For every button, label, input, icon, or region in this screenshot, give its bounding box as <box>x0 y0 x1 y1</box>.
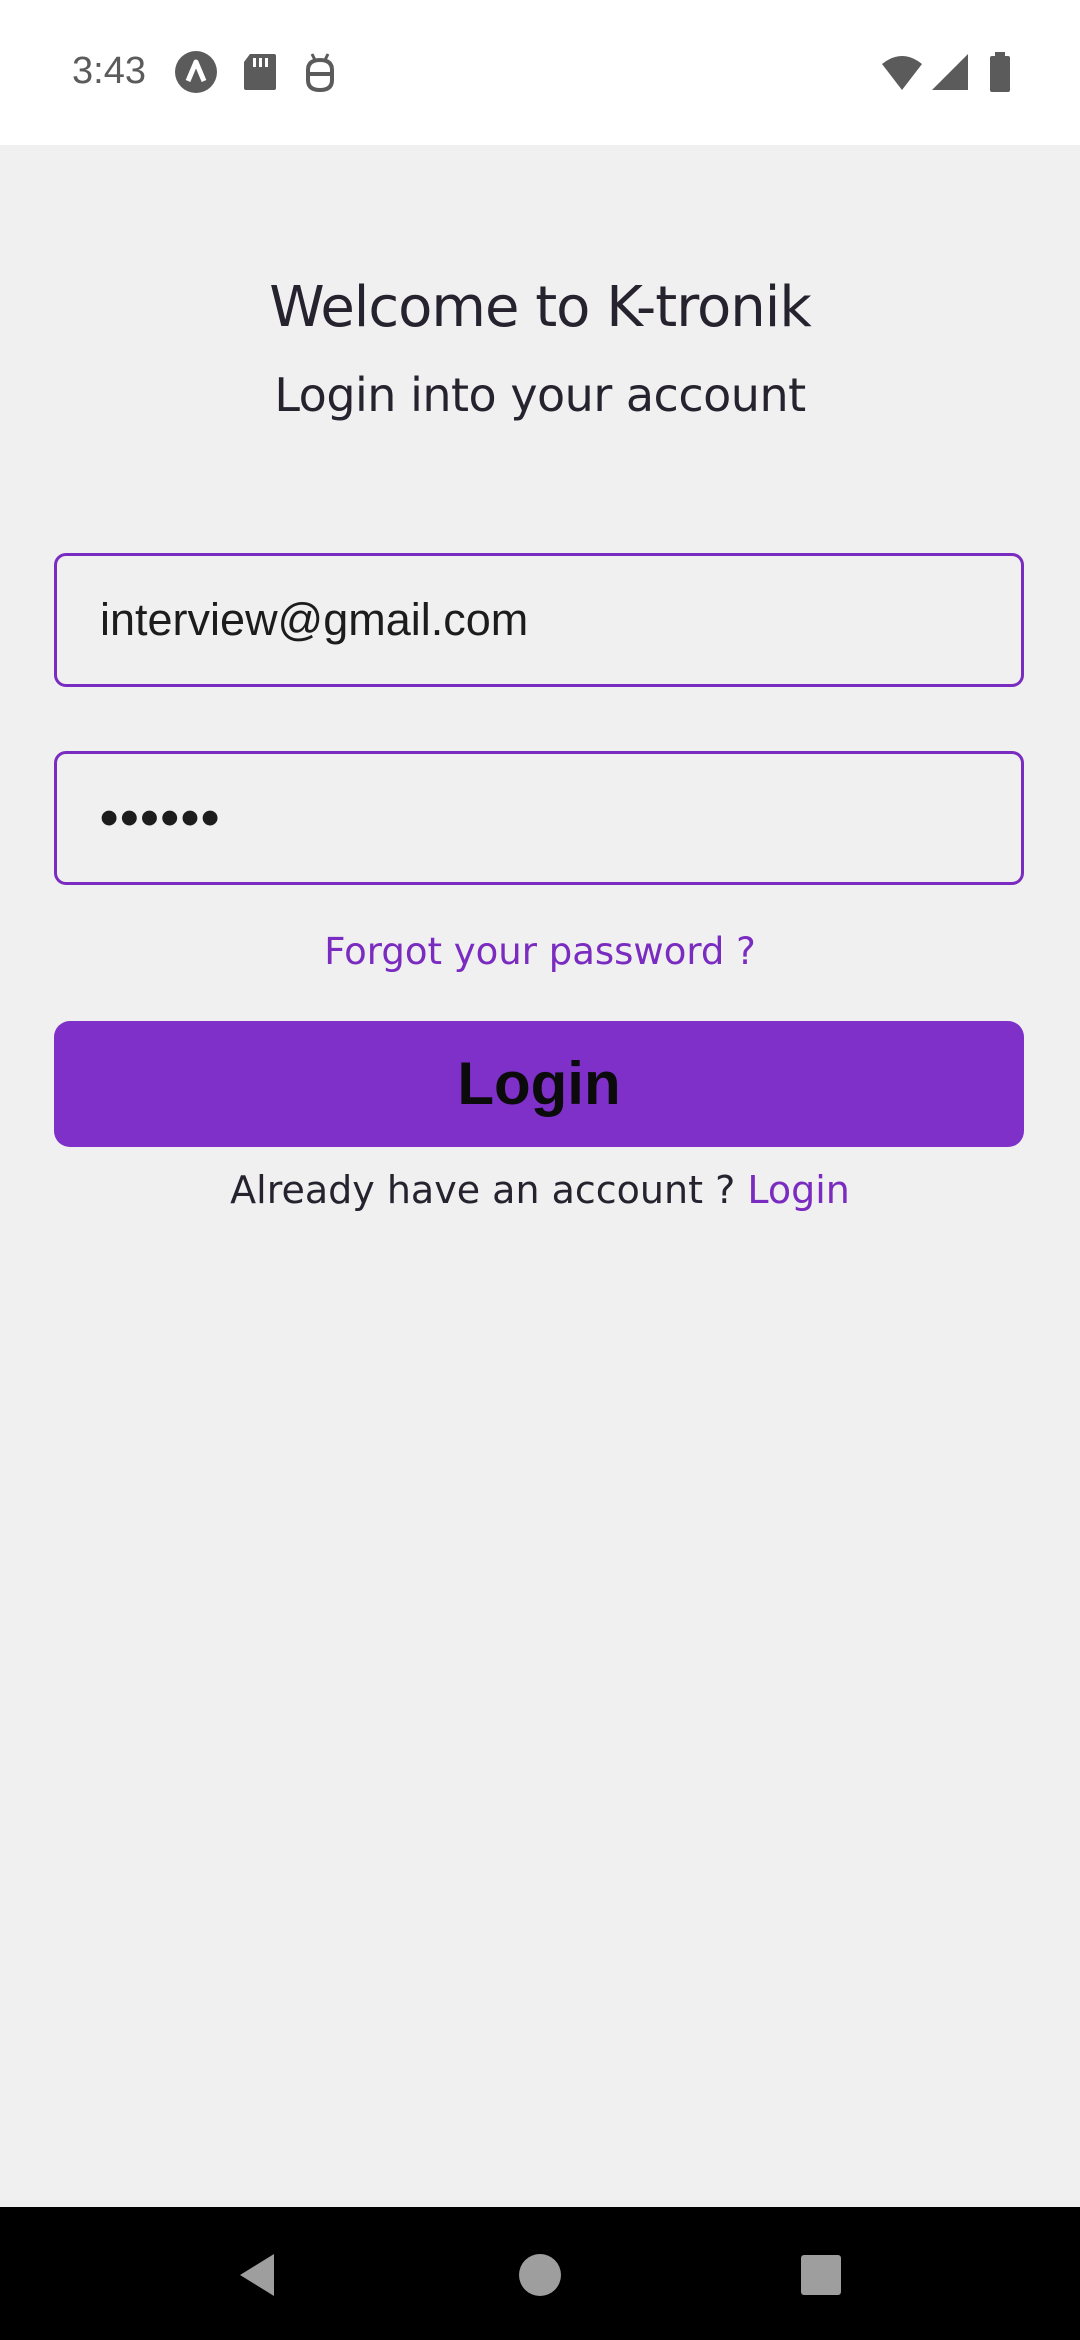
status-time: 3:43 <box>72 50 146 92</box>
signal-icon <box>928 50 972 94</box>
forgot-password-link[interactable]: Forgot your password ? <box>0 930 1080 973</box>
sd-card-icon <box>238 50 282 94</box>
recents-icon[interactable] <box>786 2240 856 2310</box>
password-value: •••••• <box>100 789 222 847</box>
email-value: interview@gmail.com <box>100 594 529 645</box>
page-title: Welcome to K-tronik <box>269 275 812 340</box>
page-subtitle: Login into your account <box>274 368 806 422</box>
navigation-bar <box>0 2207 1080 2340</box>
home-icon[interactable] <box>505 2240 575 2310</box>
already-account-row: Already have an account ? Login <box>0 1168 1080 1212</box>
status-bar: 3:43 <box>0 0 1080 145</box>
login-button[interactable]: Login <box>54 1021 1024 1147</box>
back-icon[interactable] <box>222 2240 292 2310</box>
app-a-icon <box>174 50 218 94</box>
wifi-icon <box>880 50 924 94</box>
battery-icon <box>978 50 1022 94</box>
password-field[interactable]: •••••• <box>54 751 1024 885</box>
android-debug-icon <box>298 50 342 94</box>
already-account-text: Already have an account ? <box>230 1168 736 1212</box>
email-field[interactable]: interview@gmail.com <box>54 553 1024 687</box>
login-link[interactable]: Login <box>747 1168 850 1212</box>
